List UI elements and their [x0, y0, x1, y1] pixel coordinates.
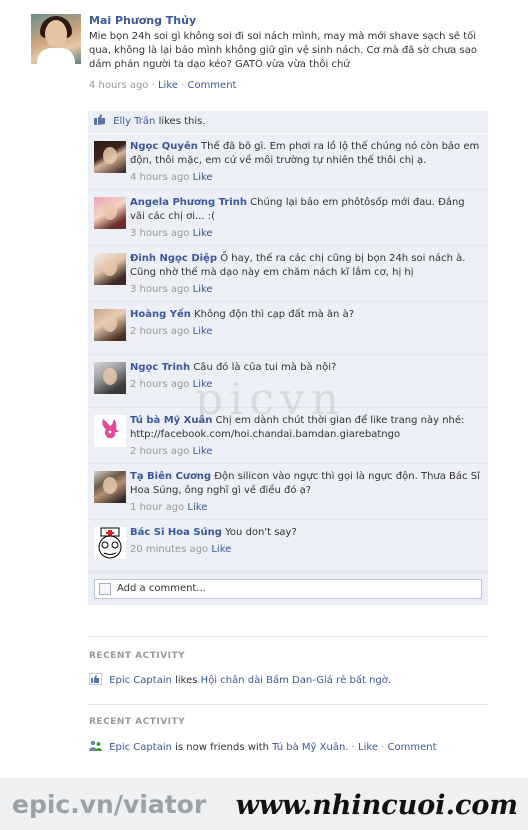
- comment-item: Tú bà Mỹ Xuân Chị em dành chút thời gian…: [88, 408, 488, 464]
- commenter-avatar[interactable]: [94, 253, 126, 285]
- comment-like-link[interactable]: Like: [193, 379, 213, 390]
- comment-text: Câu đó là của tui mà bà nội?: [193, 362, 337, 373]
- activity-actor-link[interactable]: Epic Captain: [109, 742, 172, 753]
- commenter-name-link[interactable]: Ngọc Quyên: [130, 141, 198, 152]
- commenter-avatar[interactable]: [94, 309, 126, 341]
- commenter-avatar[interactable]: [94, 527, 126, 559]
- comment-like-link[interactable]: Like: [193, 228, 213, 239]
- likes-bar: Elly Trần likes this.: [88, 111, 488, 133]
- post-time[interactable]: 4 hours ago: [89, 80, 148, 91]
- activity-object-link[interactable]: Hội chân dài Bầm Dan-Giá rẻ bất ngờ.: [201, 675, 391, 686]
- friends-icon: [89, 740, 102, 751]
- bunny-logo-icon: [102, 419, 119, 439]
- commenter-avatar[interactable]: [94, 362, 126, 394]
- commenter-avatar[interactable]: [94, 141, 126, 173]
- post-text: Mie bọn 24h soi gì không soi đi soi nách…: [89, 31, 477, 70]
- comment-meta: 4 hours ago Like: [130, 172, 482, 183]
- comment-text: Không độn thì cạp đất mà ăn à?: [194, 309, 355, 320]
- post-comment-link[interactable]: Comment: [187, 80, 236, 91]
- commenter-name-link[interactable]: Bác Sĩ Hoa Súng: [130, 527, 222, 538]
- commenter-avatar[interactable]: [94, 471, 126, 503]
- post-like-link[interactable]: Like: [158, 80, 178, 91]
- add-comment-placeholder: Add a comment...: [117, 583, 206, 594]
- commenter-name-link[interactable]: Ngọc Trinh: [130, 362, 190, 373]
- comment-time[interactable]: 3 hours ago: [130, 284, 189, 295]
- divider: [88, 704, 488, 705]
- comment-like-link[interactable]: Like: [211, 544, 231, 555]
- comment-time[interactable]: 2 hours ago: [130, 379, 189, 390]
- add-comment-input[interactable]: Add a comment...: [94, 579, 482, 599]
- comment-item: Ngọc Trinh Câu đó là của tui mà bà nội? 2…: [88, 355, 488, 408]
- recent-activity-header: RECENT ACTIVITY: [89, 717, 186, 727]
- comment-time[interactable]: 20 minutes ago: [130, 544, 208, 555]
- comment-meta: 1 hour ago Like: [130, 502, 482, 513]
- author-avatar[interactable]: [31, 14, 81, 64]
- comment-meta: 3 hours ago Like: [130, 228, 482, 239]
- commenter-name-link[interactable]: Angela Phương Trinh: [130, 197, 247, 208]
- comment-box-icon: [99, 583, 111, 595]
- activity-item-like: Epic Captain likes Hội chân dài Bầm Dan-…: [89, 673, 391, 686]
- comment-like-link[interactable]: Like: [187, 502, 207, 513]
- comment-like-link[interactable]: Like: [193, 172, 213, 183]
- comment-time[interactable]: 2 hours ago: [130, 446, 189, 457]
- comment-like-link[interactable]: Like: [193, 446, 213, 457]
- right-watermark: www.nhincuoi.com: [235, 790, 518, 821]
- comment-time[interactable]: 3 hours ago: [130, 228, 189, 239]
- commenter-name-link[interactable]: Tạ Biên Cương: [130, 471, 211, 482]
- comment-like-link[interactable]: Like: [193, 284, 213, 295]
- likes-text: likes this.: [158, 116, 206, 127]
- activity-comment-link[interactable]: Comment: [388, 742, 437, 753]
- page-like-icon: [89, 673, 102, 685]
- activity-friend-link[interactable]: Tú bà Mỹ Xuân.: [272, 742, 348, 753]
- activity-like-link[interactable]: Like: [358, 742, 378, 753]
- comment-time[interactable]: 1 hour ago: [130, 502, 184, 513]
- commenter-name-link[interactable]: Tú bà Mỹ Xuân: [130, 415, 212, 426]
- comment-item: Tạ Biên Cương Độn silicon vào ngực thì g…: [88, 464, 488, 520]
- left-watermark: epic.vn/viator: [12, 790, 207, 819]
- comment-item: Ngọc Quyên Thế đã bõ gì. Em phơi ra lồ l…: [88, 134, 488, 190]
- commenter-name-link[interactable]: Đinh Ngọc Diệp: [130, 253, 217, 264]
- recent-activity-header: RECENT ACTIVITY: [89, 651, 186, 661]
- doctor-face-icon: [98, 527, 122, 559]
- commenter-avatar[interactable]: [94, 415, 126, 447]
- watermark-bar: epic.vn/viator www.nhincuoi.com: [0, 778, 528, 830]
- comment-text: You don't say?: [225, 527, 297, 538]
- thumbs-up-icon: [94, 114, 105, 125]
- liker-link[interactable]: Elly Trần: [113, 116, 155, 127]
- post-meta: 4 hours ago · Like · Comment: [89, 80, 237, 91]
- commenter-name-link[interactable]: Hoàng Yến: [130, 309, 191, 320]
- comment-item: Bác Sĩ Hoa Súng You don't say? 20 minutes…: [88, 520, 488, 573]
- activity-item-friends: Epic Captain is now friends with Tú bà M…: [89, 740, 437, 753]
- comment-meta: 2 hours ago Like: [130, 446, 482, 457]
- comment-item: Hoàng Yến Không độn thì cạp đất mà ăn à?…: [88, 302, 488, 355]
- comment-list: Ngọc Quyên Thế đã bõ gì. Em phơi ra lồ l…: [88, 134, 488, 605]
- comment-time[interactable]: 2 hours ago: [130, 326, 189, 337]
- divider: [88, 636, 488, 637]
- comment-meta: 20 minutes ago Like: [130, 544, 482, 555]
- comment-item: Angela Phương Trinh Chúng lại bảo em phô…: [88, 190, 488, 246]
- comment-item: Đinh Ngọc Diệp Ồ hay, thế ra các chị cũn…: [88, 246, 488, 302]
- comment-like-link[interactable]: Like: [193, 326, 213, 337]
- activity-actor-link[interactable]: Epic Captain: [109, 675, 172, 686]
- comment-time[interactable]: 4 hours ago: [130, 172, 189, 183]
- post-author-link[interactable]: Mai Phương Thủy: [89, 14, 489, 27]
- comment-meta: 3 hours ago Like: [130, 284, 482, 295]
- comment-meta: 2 hours ago Like: [130, 379, 482, 390]
- comment-meta: 2 hours ago Like: [130, 326, 482, 337]
- add-comment-row: Add a comment...: [88, 573, 488, 605]
- commenter-avatar[interactable]: [94, 197, 126, 229]
